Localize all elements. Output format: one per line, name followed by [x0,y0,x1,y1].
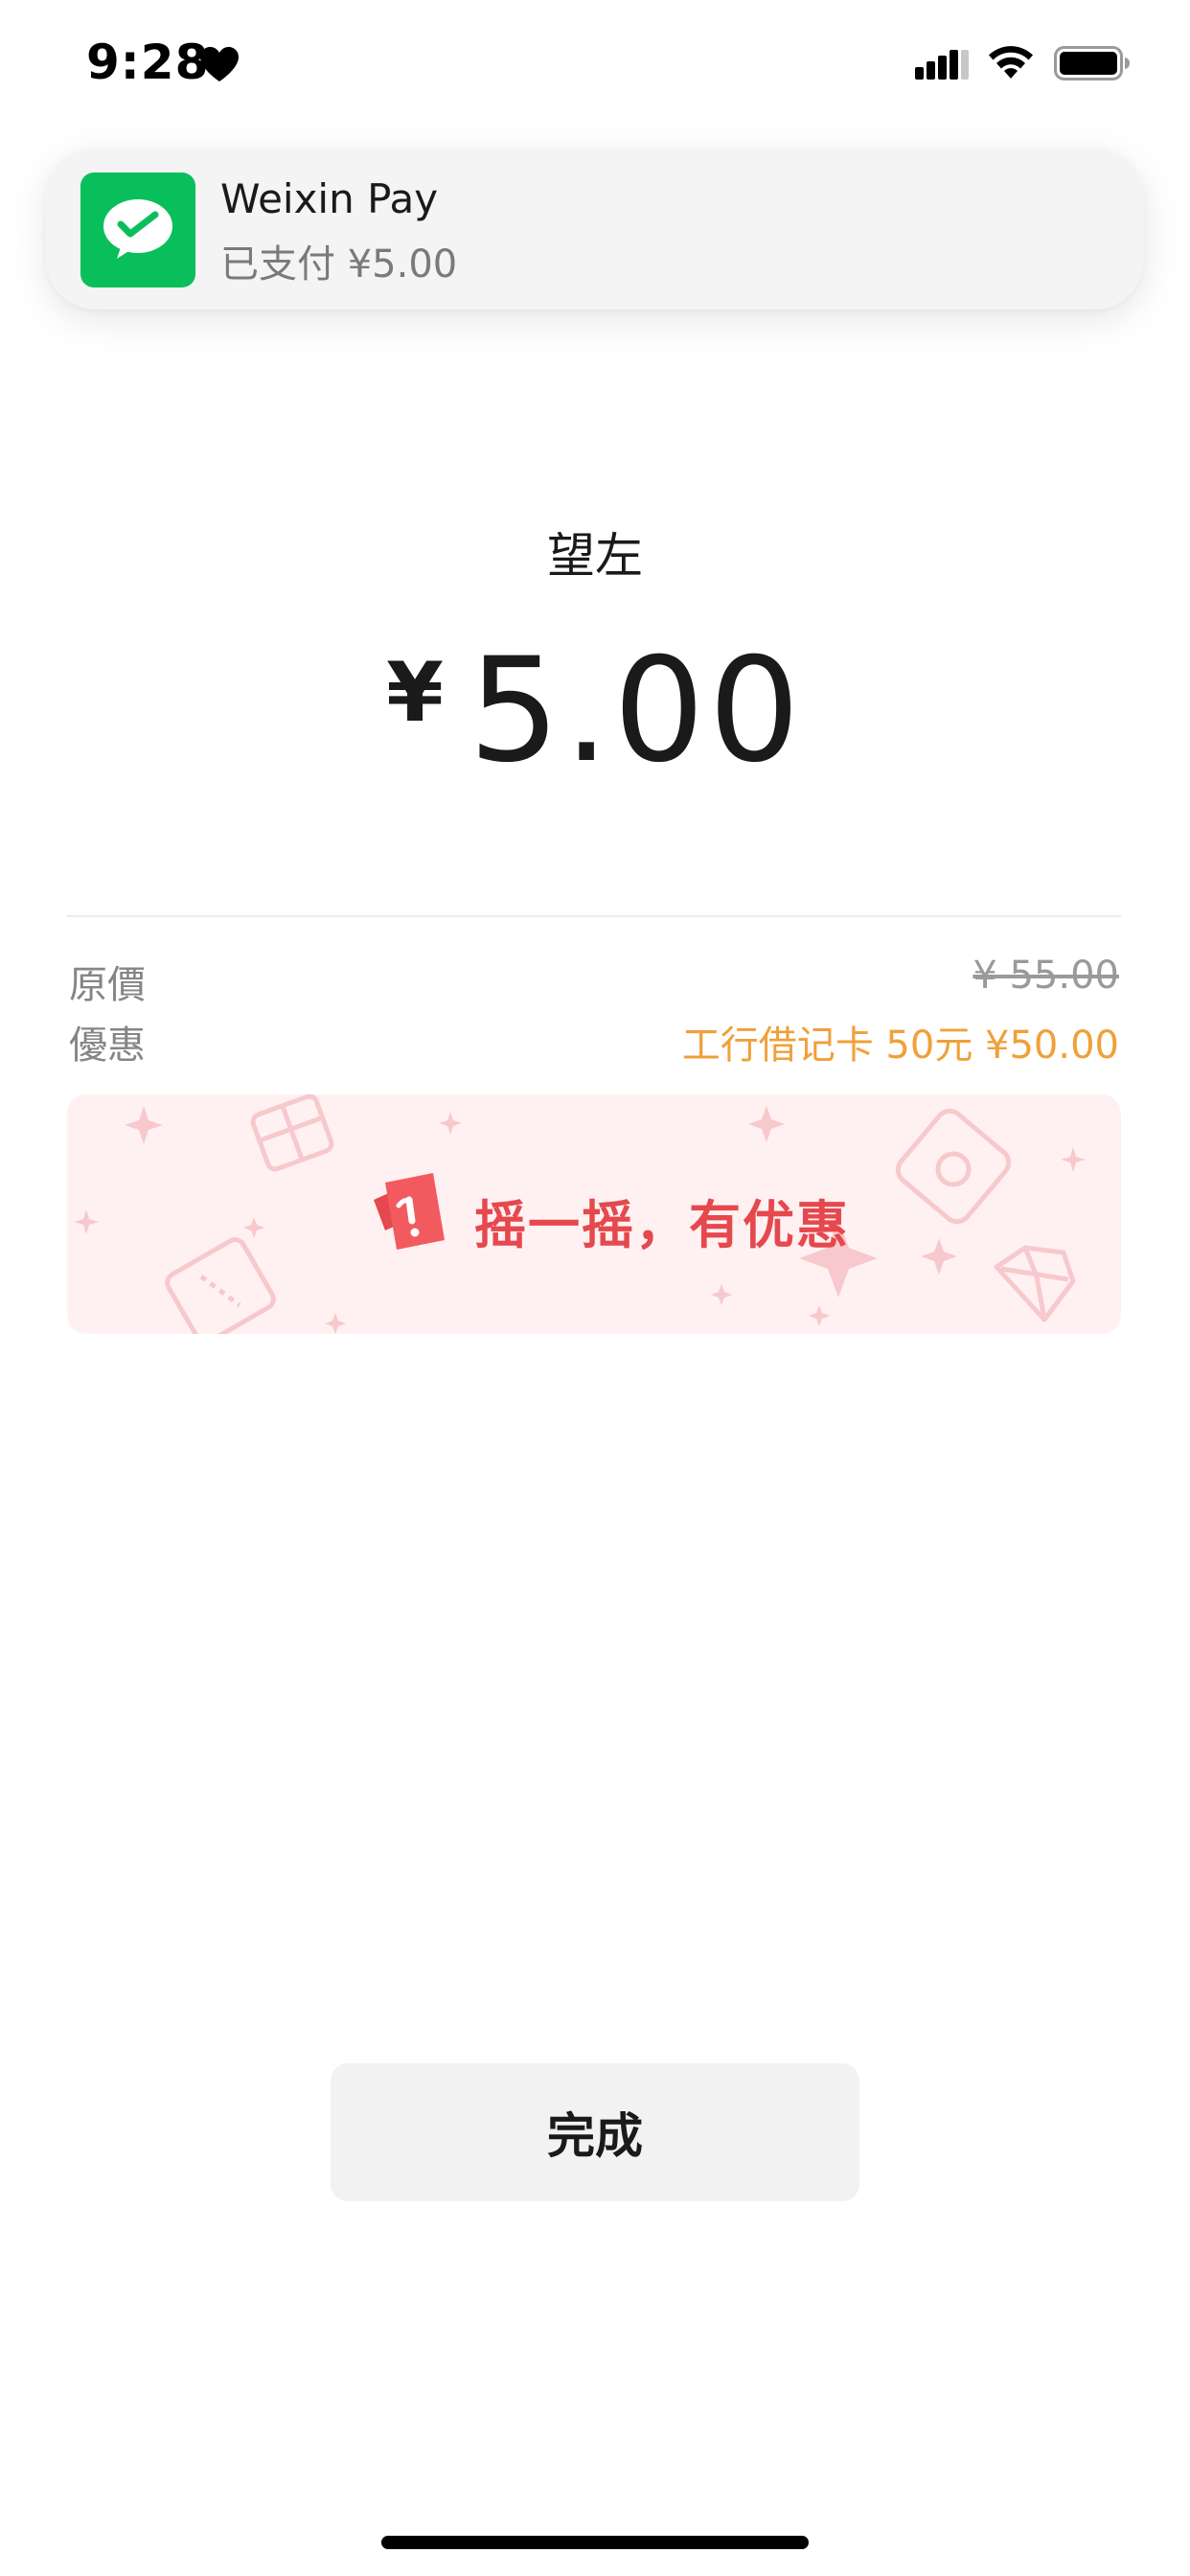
payment-notification[interactable]: Weixin Pay 已支付 ¥5.00 [46,149,1144,310]
shake-promo-banner[interactable]: 摇一摇，有优惠 [67,1094,1121,1334]
done-button[interactable]: 完成 [331,2063,859,2201]
heart-icon [200,47,239,81]
currency-symbol: ¥ [386,645,444,741]
status-time: 9:28 [86,34,210,90]
divider [67,915,1121,917]
shake-coupon-icon [374,1173,445,1250]
original-price-label: 原價 [69,963,146,1007]
wifi-icon [989,46,1033,79]
notification-message: 已支付 ¥5.00 [220,242,458,287]
merchant-name: 望左 [547,528,643,584]
wechat-icon [80,172,195,288]
home-indicator[interactable] [381,2536,809,2549]
cellular-signal-icon [915,50,969,80]
notification-title: Weixin Pay [220,175,439,222]
original-price-value: ¥ 55.00 [973,954,1119,998]
status-bar: 9:28 [0,0,1190,125]
promo-text: 摇一摇，有优惠 [474,1195,850,1255]
discount-label: 優惠 [69,1024,146,1068]
amount-value: 5.00 [468,628,804,794]
discount-value: 工行借记卡 50元 ¥50.00 [681,1024,1119,1068]
payment-amount: ¥5.00 [0,628,1190,794]
battery-icon [1054,46,1130,80]
